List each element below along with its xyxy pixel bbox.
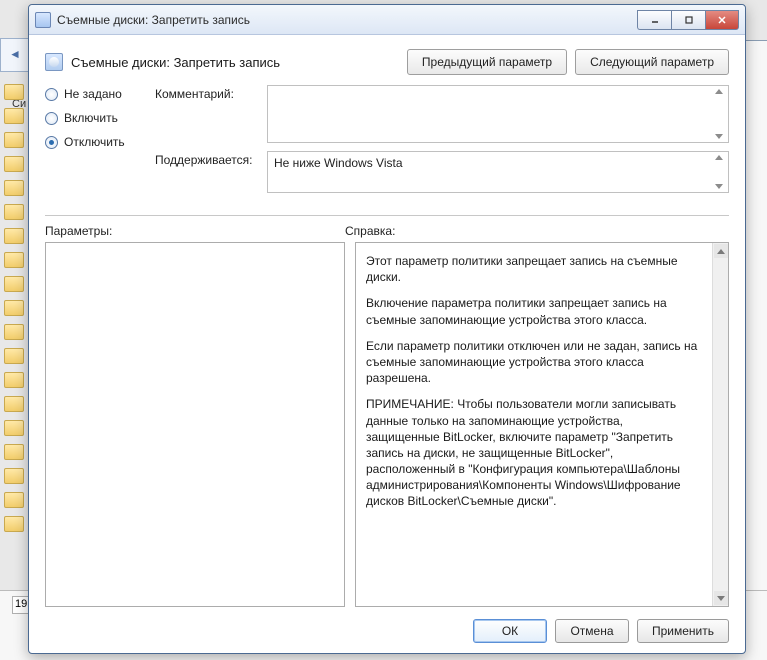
supported-value: Не ниже Windows Vista xyxy=(268,152,728,174)
maximize-button[interactable] xyxy=(671,10,705,30)
supported-box: Не ниже Windows Vista xyxy=(267,151,729,193)
previous-setting-button[interactable]: Предыдущий параметр xyxy=(407,49,567,75)
apply-button[interactable]: Применить xyxy=(637,619,729,643)
radio-not-configured[interactable]: Не задано xyxy=(45,87,155,101)
radio-icon xyxy=(45,136,58,149)
help-paragraph: ПРИМЕЧАНИЕ: Чтобы пользователи могли зап… xyxy=(366,396,698,509)
policy-title: Съемные диски: Запретить запись xyxy=(71,55,399,70)
help-paragraph: Если параметр политики отключен или не з… xyxy=(366,338,698,387)
radio-label: Включить xyxy=(64,111,118,125)
minimize-button[interactable] xyxy=(637,10,671,30)
radio-label: Не задано xyxy=(64,87,122,101)
help-text: Этот параметр политики запрещает запись … xyxy=(356,243,712,606)
help-panel-label: Справка: xyxy=(345,224,395,238)
radio-icon xyxy=(45,88,58,101)
supported-label: Поддерживается: xyxy=(155,151,267,167)
radio-enabled[interactable]: Включить xyxy=(45,111,155,125)
close-button[interactable] xyxy=(705,10,739,30)
cancel-button[interactable]: Отмена xyxy=(555,619,629,643)
parameters-panel xyxy=(45,242,345,607)
window-title: Съемные диски: Запретить запись xyxy=(57,13,250,27)
scroll-up-icon[interactable] xyxy=(714,244,728,258)
radio-icon xyxy=(45,112,58,125)
help-scrollbar[interactable] xyxy=(712,243,728,606)
title-icon xyxy=(35,12,51,28)
help-panel: Этот параметр политики запрещает запись … xyxy=(355,242,729,607)
comment-value xyxy=(268,86,728,94)
radio-label: Отключить xyxy=(64,135,125,149)
policy-dialog: Съемные диски: Запретить запись Съемные … xyxy=(28,4,746,654)
ok-button[interactable]: ОК xyxy=(473,619,547,643)
help-paragraph: Включение параметра политики запрещает з… xyxy=(366,295,698,327)
titlebar: Съемные диски: Запретить запись xyxy=(29,5,745,35)
params-panel-label: Параметры: xyxy=(45,224,345,238)
radio-disabled[interactable]: Отключить xyxy=(45,135,155,149)
scroll-down-icon[interactable] xyxy=(714,591,728,605)
comment-textarea[interactable] xyxy=(267,85,729,143)
comment-label: Комментарий: xyxy=(155,85,267,101)
next-setting-button[interactable]: Следующий параметр xyxy=(575,49,729,75)
help-paragraph: Этот параметр политики запрещает запись … xyxy=(366,253,698,285)
policy-icon xyxy=(45,53,63,71)
